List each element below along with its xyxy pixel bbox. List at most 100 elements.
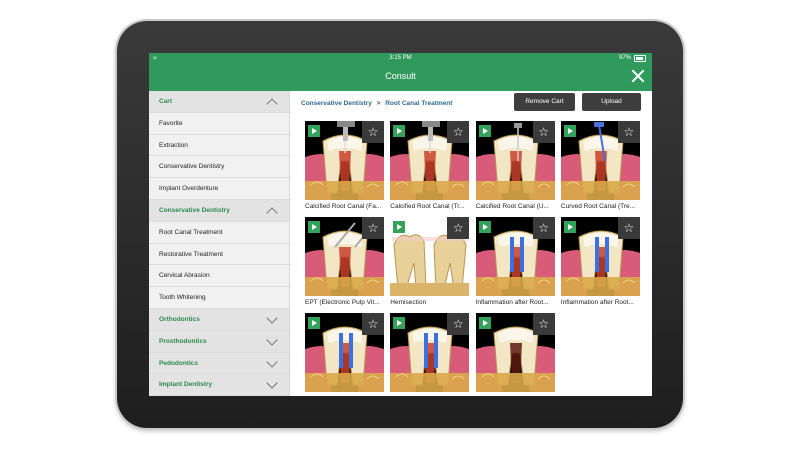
sidebar-item[interactable]: Cervical Abrasion <box>149 265 289 288</box>
video-caption: Curved Root Canal (Tre... <box>560 203 636 210</box>
video-caption: Calcified Root Canal (Tr... <box>390 203 465 210</box>
sidebar-item-label: Restorative Treatment <box>159 250 223 258</box>
play-icon[interactable] <box>308 221 320 233</box>
close-icon[interactable] <box>631 69 645 83</box>
sidebar: Cart Favorite Extraction Conservative Denti… <box>149 91 290 396</box>
video-caption: Calcified Root Canal (U... <box>475 203 549 210</box>
video-card[interactable]: ☆ Calcified Root Canal (Fa... <box>305 121 386 210</box>
star-icon[interactable]: ☆ <box>447 313 470 335</box>
video-card[interactable]: ☆ Inflammation after Root... <box>475 217 557 306</box>
sidebar-section-header[interactable]: Pedodontics <box>149 352 289 375</box>
video-thumbnail[interactable]: ☆ <box>560 217 640 296</box>
star-icon[interactable]: ☆ <box>362 313 384 335</box>
chevron-up-icon[interactable] <box>266 98 278 110</box>
sidebar-item[interactable]: Implant Overdenture <box>149 178 289 200</box>
chevron-down-icon[interactable] <box>266 312 278 324</box>
video-thumbnail[interactable]: ☆ <box>390 217 470 296</box>
video-card[interactable]: ☆ Hemisection <box>390 217 471 306</box>
star-icon[interactable]: ☆ <box>617 217 640 239</box>
sidebar-item-label: Extraction <box>159 141 188 149</box>
remove-cart-button[interactable]: Remove Cart <box>514 93 575 111</box>
play-icon[interactable] <box>563 221 576 233</box>
breadcrumb-separator: > <box>376 100 381 107</box>
sidebar-item-label: Orthodontics <box>159 315 200 323</box>
video-card[interactable]: ☆ Calcified Root Canal (Tr... <box>390 121 471 210</box>
sidebar-item-label: Tooth Whitening <box>159 294 206 302</box>
sidebar-item[interactable]: Extraction <box>149 135 289 157</box>
sidebar-item-label: Implant Overdenture <box>159 185 219 193</box>
video-thumbnail[interactable]: ☆ <box>560 121 640 200</box>
star-icon[interactable]: ☆ <box>532 121 555 143</box>
sidebar-item[interactable]: Root Canal Treatment <box>149 222 289 244</box>
video-thumbnail[interactable]: ☆ <box>305 313 384 392</box>
video-card[interactable]: ☆ <box>305 313 386 392</box>
sidebar-item[interactable]: Tooth Whitening <box>149 287 289 309</box>
sidebar-section-header[interactable]: Orthodontics <box>149 308 289 331</box>
sidebar-item[interactable]: Favorite <box>149 113 289 135</box>
play-icon[interactable] <box>563 125 576 137</box>
video-thumbnail[interactable]: ☆ <box>305 217 384 296</box>
play-icon[interactable] <box>478 317 491 329</box>
star-icon[interactable]: ☆ <box>617 121 640 143</box>
star-icon[interactable]: ☆ <box>362 217 384 239</box>
video-caption: Hemisection <box>390 299 427 306</box>
status-bar: ≈ 3:15 PM 97% <box>149 53 652 64</box>
play-icon[interactable] <box>393 317 406 329</box>
video-card[interactable]: ☆ <box>390 313 471 392</box>
sidebar-item-label: Prosthodontics <box>159 337 207 345</box>
video-card[interactable]: ☆ Inflammation after Root... <box>560 217 642 306</box>
play-icon[interactable] <box>308 317 320 329</box>
sidebar-section-header[interactable]: Implant Dentistry <box>149 374 289 396</box>
breadcrumb-current: Root Canal Treatment <box>385 100 453 107</box>
video-caption: EPT (Electronic Pulp Vit... <box>305 299 380 306</box>
chevron-down-icon[interactable] <box>266 334 278 346</box>
sidebar-item-label: Cervical Abrasion <box>159 272 210 280</box>
chevron-up-icon[interactable] <box>266 207 278 219</box>
page-title: Consult <box>385 71 416 81</box>
play-icon[interactable] <box>478 125 491 137</box>
sidebar-section-header[interactable]: Cart <box>149 91 289 113</box>
sidebar-item-label: Root Canal Treatment <box>159 228 223 236</box>
play-icon[interactable] <box>478 221 491 233</box>
video-thumbnail[interactable]: ☆ <box>475 121 555 200</box>
sidebar-item-label: Conservative Dentistry <box>159 163 225 171</box>
video-thumbnail[interactable]: ☆ <box>475 217 555 296</box>
play-icon[interactable] <box>393 125 406 137</box>
sidebar-item[interactable]: Restorative Treatment <box>149 244 289 266</box>
status-time: 3:15 PM <box>389 55 412 61</box>
sidebar-item[interactable]: Conservative Dentistry <box>149 156 289 179</box>
video-thumbnail[interactable]: ☆ <box>305 121 384 200</box>
battery-percent: 97% <box>618 55 631 61</box>
chevron-down-icon[interactable] <box>266 355 278 368</box>
title-bar: Consult <box>149 64 652 91</box>
main-content: Conservative Dentistry > Root Canal Trea… <box>290 91 652 396</box>
sidebar-item-label: Cart <box>159 98 173 105</box>
video-card[interactable]: ☆ <box>475 313 557 392</box>
video-card[interactable]: ☆ Calcified Root Canal (U... <box>475 121 557 210</box>
play-icon[interactable] <box>308 125 320 137</box>
star-icon[interactable]: ☆ <box>362 121 384 143</box>
sidebar-item-label: Implant Dentistry <box>159 381 213 389</box>
video-thumbnail[interactable]: ☆ <box>390 313 470 392</box>
star-icon[interactable]: ☆ <box>532 313 555 335</box>
sidebar-item-label: Conservative Dentistry <box>159 206 230 214</box>
chevron-down-icon[interactable] <box>266 377 278 390</box>
video-card[interactable]: ☆ Curved Root Canal (Tre... <box>560 121 642 210</box>
video-thumbnail[interactable]: ☆ <box>390 121 470 200</box>
star-icon[interactable]: ☆ <box>447 121 470 143</box>
sidebar-section-header[interactable]: Prosthodontics <box>149 330 289 353</box>
video-caption: Inflammation after Root... <box>560 299 634 306</box>
battery-indicator: 97% <box>619 53 646 64</box>
play-icon[interactable] <box>393 221 406 233</box>
sidebar-section-header[interactable]: Conservative Dentistry <box>149 199 289 222</box>
video-caption: Calcified Root Canal (Fa... <box>305 203 382 210</box>
star-icon[interactable]: ☆ <box>447 217 470 239</box>
app-screen: ≈ 3:15 PM 97% Consult Cart Favorite Extrac… <box>149 53 652 396</box>
battery-icon <box>634 55 646 62</box>
sidebar-item-label: Pedodontics <box>159 359 199 367</box>
breadcrumb-parent[interactable]: Conservative Dentistry <box>301 100 372 107</box>
upload-button[interactable]: Upload <box>582 93 641 111</box>
star-icon[interactable]: ☆ <box>532 217 555 239</box>
video-card[interactable]: ☆ EPT (Electronic Pulp Vit... <box>305 217 386 306</box>
video-thumbnail[interactable]: ☆ <box>475 313 555 392</box>
